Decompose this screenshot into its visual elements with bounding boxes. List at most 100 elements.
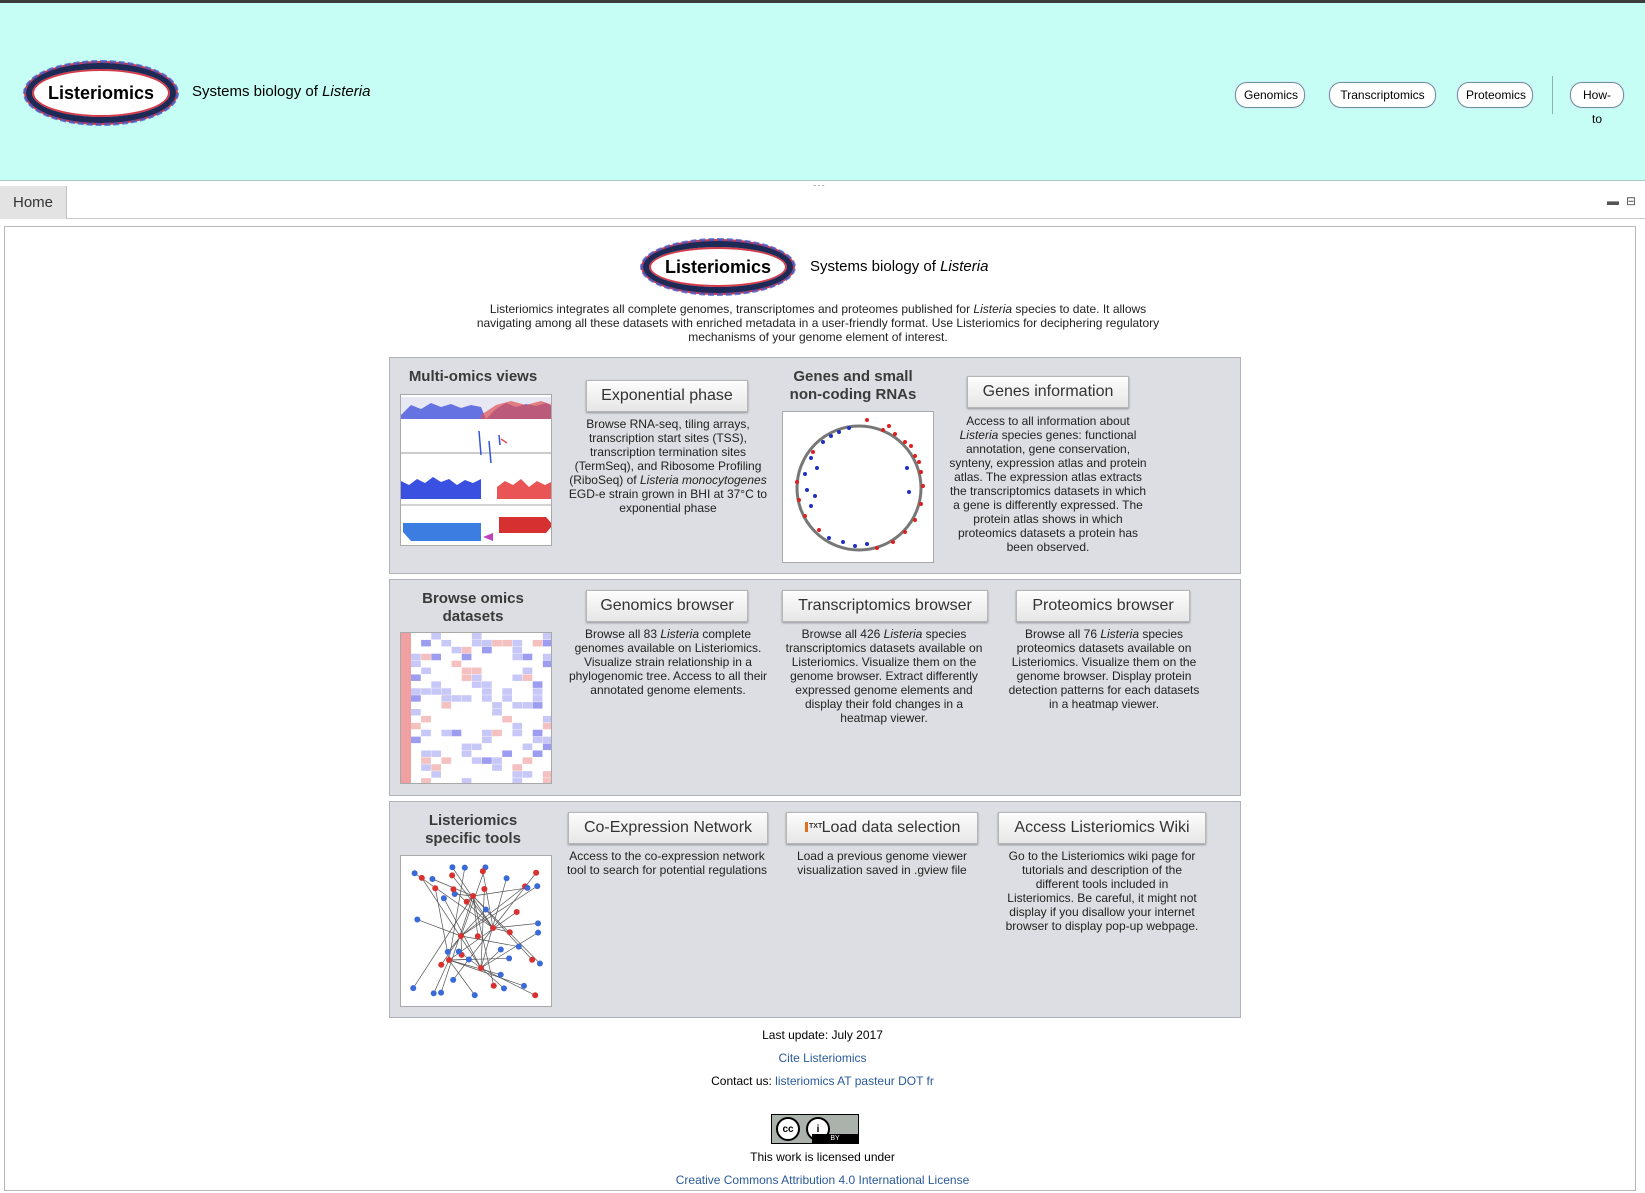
- heatmap-cell: [532, 771, 543, 778]
- heatmap-cell: [522, 681, 533, 688]
- exponential-phase-button[interactable]: Exponential phase: [586, 380, 748, 412]
- nav-genomics-button[interactable]: Genomics: [1235, 82, 1305, 108]
- heatmap-cell: [471, 778, 482, 783]
- gen-desc-a: Browse all 83: [584, 627, 661, 641]
- heatmap-cell: [492, 743, 502, 751]
- heatmap-cell: [502, 681, 513, 688]
- heatmap-cell: [532, 646, 543, 654]
- heatmap-cell: [461, 667, 472, 675]
- circular-genome-image: [795, 418, 925, 552]
- network-edges: [412, 867, 541, 996]
- contact-email-link[interactable]: listeriomics AT pasteur DOT fr: [775, 1074, 934, 1088]
- network-edge: [480, 889, 485, 969]
- heatmap-cell: [451, 709, 462, 716]
- network-node: [418, 874, 425, 881]
- heatmap-cell: [482, 639, 492, 647]
- heatmap-cell: [441, 771, 452, 778]
- transcriptomics-browser-button[interactable]: Transcriptomics browser: [782, 590, 988, 622]
- heatmap-cell: [461, 729, 472, 737]
- heatmap-cell: [441, 750, 452, 757]
- heatmap-cell: [451, 688, 462, 695]
- nav-proteomics-button[interactable]: Proteomics: [1457, 82, 1533, 108]
- heatmap-cell: [421, 639, 431, 647]
- heatmap-cell: [421, 653, 431, 661]
- heatmap-cell: [482, 764, 492, 771]
- cc-license-badge[interactable]: cc i BY: [771, 1114, 859, 1144]
- heatmap-cell: [512, 722, 523, 730]
- heatmap-cell: [512, 743, 523, 751]
- network-node: [458, 933, 464, 939]
- heatmap-cell: [421, 674, 431, 681]
- network-node: [515, 943, 522, 950]
- heatmap-cell: [411, 743, 421, 751]
- network-edge: [448, 959, 525, 987]
- license-link[interactable]: Creative Commons Attribution 4.0 Interna…: [0, 1173, 1645, 1187]
- main-tagline-prefix: Systems biology of: [810, 258, 941, 275]
- heatmap-cell: [522, 709, 533, 716]
- wiki-button[interactable]: Access Listeriomics Wiki: [998, 812, 1206, 844]
- heatmap-cell: [431, 764, 442, 771]
- heatmap-cell: [492, 757, 502, 764]
- cite-link[interactable]: Cite Listeriomics: [0, 1051, 1645, 1065]
- multiomics-thumbnail[interactable]: [400, 394, 552, 546]
- app-logo[interactable]: Listeriomics: [23, 60, 179, 126]
- proteomics-browser-button[interactable]: Proteomics browser: [1016, 590, 1190, 622]
- load-data-selection-button[interactable]: TXT Load data selection: [786, 812, 978, 844]
- coexpression-network-button[interactable]: Co-Expression Network: [568, 812, 768, 844]
- heatmap-cell: [482, 750, 492, 757]
- heatmap-cell: [542, 674, 551, 681]
- heatmap-cell: [492, 771, 502, 778]
- heatmap-cell: [542, 681, 551, 688]
- heatmap-cell: [471, 736, 482, 744]
- heatmap-cell: [411, 695, 421, 702]
- heatmap-cell: [411, 646, 421, 654]
- heatmap-thumbnail[interactable]: [400, 632, 552, 784]
- network-node: [463, 898, 470, 905]
- heatmap-cell: [482, 736, 492, 744]
- heatmap-cell: [431, 750, 442, 757]
- network-node: [497, 971, 504, 978]
- heatmap-cell: [421, 667, 431, 675]
- network-edge: [492, 872, 537, 929]
- heatmap-cell: [482, 633, 492, 640]
- genomics-browser-button[interactable]: Genomics browser: [586, 590, 748, 622]
- tab-home[interactable]: Home: [0, 186, 67, 219]
- heatmap-cell: [542, 757, 551, 764]
- network-edge: [451, 875, 494, 929]
- heatmap-cell: [451, 646, 462, 654]
- heatmap-cell: [512, 764, 523, 771]
- heatmap-cell: [482, 709, 492, 716]
- heatmap-cell: [522, 653, 533, 661]
- heatmap-cell: [492, 660, 502, 668]
- heatmap-cell: [431, 736, 442, 744]
- heatmap-cell: [411, 750, 421, 757]
- heatmap-cell: [492, 667, 502, 675]
- network-node: [449, 864, 456, 871]
- genes-thumbnail[interactable]: [782, 411, 934, 563]
- nav-transcriptomics-button[interactable]: Transcriptomics: [1329, 82, 1436, 108]
- heatmap-cell: [431, 695, 442, 702]
- genes-desc-species: Listeria: [959, 428, 999, 442]
- nav-howto-button[interactable]: How-to: [1570, 82, 1624, 126]
- genes-information-button[interactable]: Genes information: [967, 376, 1129, 408]
- heatmap-cell: [441, 695, 452, 702]
- heatmap-cell: [542, 646, 551, 654]
- network-node: [430, 990, 437, 997]
- heatmap-cell: [471, 715, 482, 723]
- heatmap-cell: [532, 750, 543, 757]
- heatmap-cell: [512, 715, 523, 723]
- heatmap-cell: [522, 633, 533, 640]
- heatmap-cell: [522, 688, 533, 695]
- heatmap-cell: [421, 743, 431, 751]
- heatmap-cell: [471, 653, 482, 661]
- network-thumbnail[interactable]: [400, 855, 552, 1007]
- minimize-icon[interactable]: ▬: [1607, 194, 1619, 208]
- network-node: [506, 929, 513, 936]
- heatmap-cell: [502, 709, 513, 716]
- heatmap-cell: [461, 639, 472, 647]
- heatmap-cell: [451, 743, 462, 751]
- heatmap-cell: [532, 653, 543, 661]
- maximize-icon[interactable]: ⊟: [1626, 194, 1636, 208]
- heatmap-cell: [542, 736, 551, 744]
- network-node: [479, 868, 486, 875]
